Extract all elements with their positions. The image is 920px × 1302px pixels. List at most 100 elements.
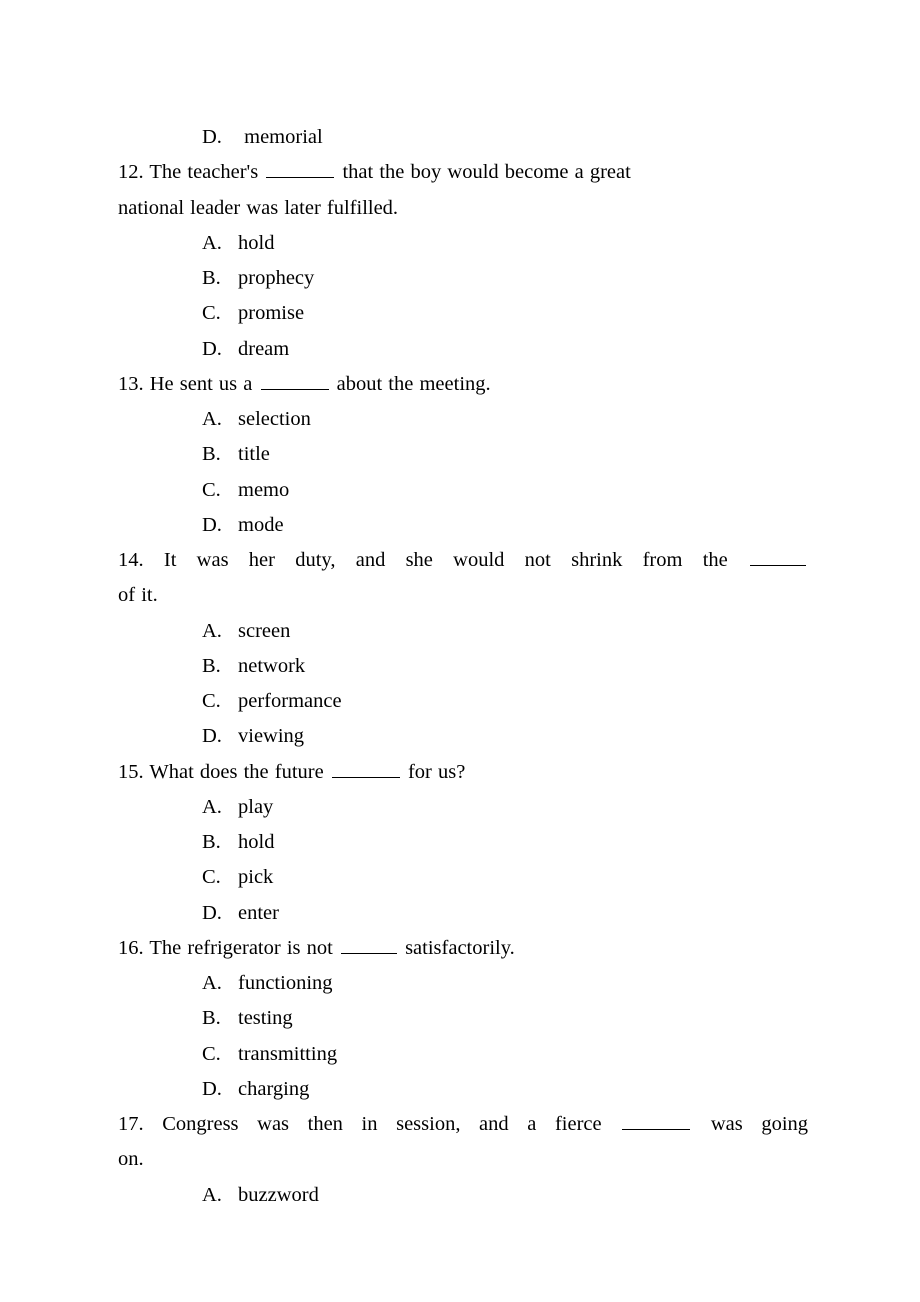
option-text: screen xyxy=(238,620,290,642)
option-text: transmitting xyxy=(238,1043,337,1065)
q12-option-d: D.dream xyxy=(118,332,808,367)
q13-option-c: C.memo xyxy=(118,473,808,508)
blank xyxy=(332,759,400,777)
stem-text-post: for us? xyxy=(402,761,465,783)
option-letter: C. xyxy=(202,860,238,895)
q16-option-c: C.transmitting xyxy=(118,1037,808,1072)
option-letter: D. xyxy=(202,896,238,931)
question-number: 14. xyxy=(118,549,144,571)
stem-text-post: that the boy would become a great xyxy=(336,161,630,183)
option-letter: C. xyxy=(202,1037,238,1072)
q14-option-d: D.viewing xyxy=(118,719,808,754)
option-text: dream xyxy=(238,338,289,360)
q12-stem-line1: 12. The teacher's that the boy would bec… xyxy=(118,155,808,190)
option-letter: C. xyxy=(202,684,238,719)
option-letter: A. xyxy=(202,1178,238,1213)
option-letter: D. xyxy=(202,332,238,367)
option-text: promise xyxy=(238,302,304,324)
q13-option-d: D.mode xyxy=(118,508,808,543)
q14-stem-line1: 14. It was her duty, and she would not s… xyxy=(118,543,808,578)
stem-text-pre: What does the future xyxy=(149,761,329,783)
q17-stem-line1: 17. Congress was then in session, and a … xyxy=(118,1107,808,1142)
stem-text-post: was going xyxy=(692,1113,808,1135)
option-text: memo xyxy=(238,479,289,501)
q16-option-d: D.charging xyxy=(118,1072,808,1107)
q16-option-b: B.testing xyxy=(118,1001,808,1036)
option-text: memorial xyxy=(244,126,323,148)
blank xyxy=(622,1112,690,1130)
option-letter: A. xyxy=(202,790,238,825)
option-letter: C. xyxy=(202,473,238,508)
q16-option-a: A.functioning xyxy=(118,966,808,1001)
blank xyxy=(750,548,806,566)
q15-option-a: A.play xyxy=(118,790,808,825)
q15-option-d: D.enter xyxy=(118,896,808,931)
stem-text-pre: The refrigerator is not xyxy=(149,937,339,959)
option-letter: D. xyxy=(202,508,238,543)
page-content: D. memorial 12. The teacher's that the b… xyxy=(118,120,808,1213)
q15-option-b: B.hold xyxy=(118,825,808,860)
stem-text-post: satisfactorily. xyxy=(399,937,515,959)
option-letter: D. xyxy=(202,719,238,754)
option-text: hold xyxy=(238,831,274,853)
blank xyxy=(341,935,397,953)
blank xyxy=(261,371,329,389)
stem-text-post: about the meeting. xyxy=(331,373,491,395)
option-letter: A. xyxy=(202,226,238,261)
stem-text-pre: The teacher's xyxy=(149,161,264,183)
option-text: functioning xyxy=(238,972,333,994)
option-text: mode xyxy=(238,514,284,536)
q14-option-c: C.performance xyxy=(118,684,808,719)
q11-option-d: D. memorial xyxy=(118,120,808,155)
q13-option-a: A.selection xyxy=(118,402,808,437)
q12-option-b: B.prophecy xyxy=(118,261,808,296)
option-text: hold xyxy=(238,232,274,254)
option-text: title xyxy=(238,443,270,465)
question-number: 15. xyxy=(118,761,144,783)
option-text: prophecy xyxy=(238,267,314,289)
option-letter: D. xyxy=(202,1072,238,1107)
option-text: testing xyxy=(238,1007,293,1029)
q17-stem-line2: on. xyxy=(118,1142,808,1177)
q16-stem: 16. The refrigerator is not satisfactori… xyxy=(118,931,808,966)
option-text: buzzword xyxy=(238,1184,319,1206)
blank xyxy=(266,160,334,178)
option-letter: A. xyxy=(202,402,238,437)
q13-stem: 13. He sent us a about the meeting. xyxy=(118,367,808,402)
stem-text-pre: He sent us a xyxy=(150,373,259,395)
q13-option-b: B.title xyxy=(118,437,808,472)
option-text: network xyxy=(238,655,305,677)
option-letter: B. xyxy=(202,649,238,684)
q14-option-a: A.screen xyxy=(118,614,808,649)
stem-text-pre: Congress was then in session, and a fier… xyxy=(162,1113,620,1135)
option-letter: B. xyxy=(202,261,238,296)
question-number: 17. xyxy=(118,1113,144,1135)
option-text: enter xyxy=(238,902,279,924)
option-letter: C. xyxy=(202,296,238,331)
stem-text: of it. xyxy=(118,584,158,606)
question-number: 12. xyxy=(118,161,144,183)
q12-stem-line2: national leader was later fulfilled. xyxy=(118,191,808,226)
option-text: performance xyxy=(238,690,342,712)
question-number: 16. xyxy=(118,937,144,959)
q17-option-a: A.buzzword xyxy=(118,1178,808,1213)
question-number: 13. xyxy=(118,373,144,395)
option-letter: B. xyxy=(202,825,238,860)
stem-text-pre: It was her duty, and she would not shrin… xyxy=(164,549,748,571)
option-letter: B. xyxy=(202,1001,238,1036)
option-text: viewing xyxy=(238,725,304,747)
option-text: play xyxy=(238,796,273,818)
q14-stem-line2: of it. xyxy=(118,578,808,613)
q12-option-a: A.hold xyxy=(118,226,808,261)
q15-stem: 15. What does the future for us? xyxy=(118,755,808,790)
stem-text: on. xyxy=(118,1148,144,1170)
option-text: selection xyxy=(238,408,311,430)
stem-text: national leader was later fulfilled. xyxy=(118,197,398,219)
q15-option-c: C.pick xyxy=(118,860,808,895)
option-letter: A. xyxy=(202,614,238,649)
q12-option-c: C.promise xyxy=(118,296,808,331)
option-letter: B. xyxy=(202,437,238,472)
option-letter: D. xyxy=(202,120,238,155)
option-letter: A. xyxy=(202,966,238,1001)
q14-option-b: B.network xyxy=(118,649,808,684)
